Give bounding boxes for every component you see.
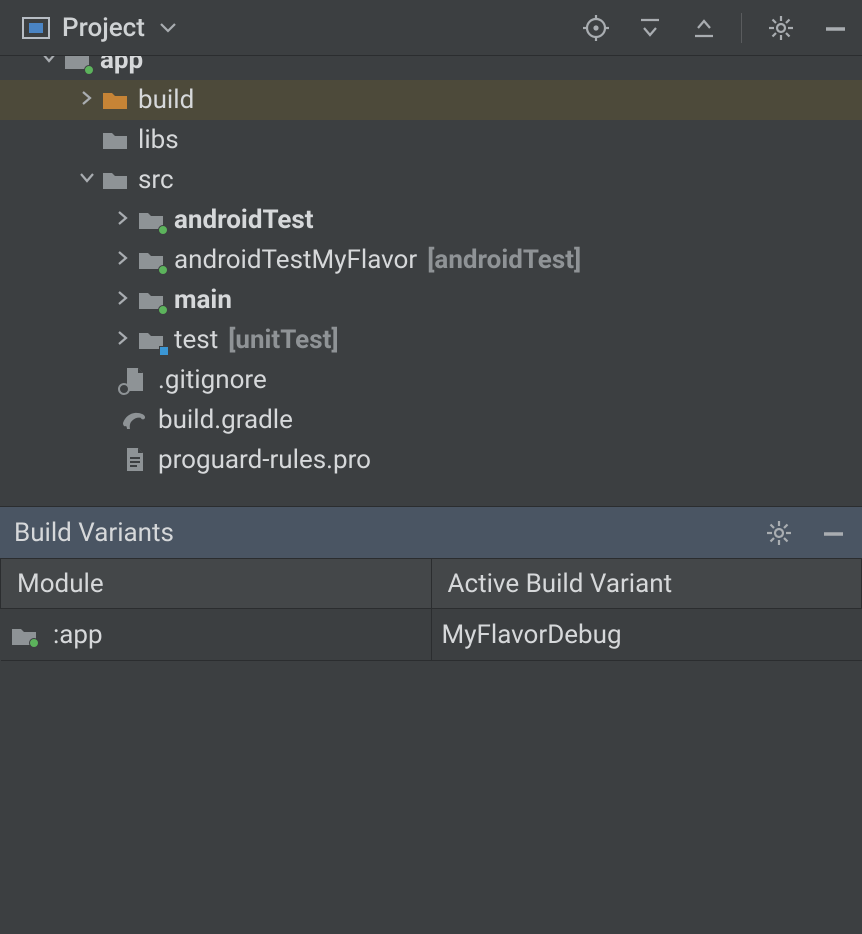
table-row[interactable]: :app MyFlavorDebug [1,609,862,661]
minimize-icon[interactable] [818,518,848,548]
chevron-down-icon[interactable] [40,56,62,71]
tree-label: androidTestMyFlavor [174,245,417,275]
variant-value: MyFlavorDebug [442,620,622,650]
tree-item-app[interactable]: app [0,56,862,80]
chevron-down-icon[interactable] [159,13,177,43]
tree-label: build [138,85,194,115]
tree-item-build-gradle[interactable]: build.gradle [0,400,862,440]
project-toolbar: Project [0,0,862,56]
tree-label: build.gradle [158,405,293,435]
build-variants-header: Build Variants [0,506,862,558]
chevron-right-icon[interactable] [114,289,136,311]
module-name: :app [53,620,103,650]
tree-label: main [174,285,232,315]
build-variants-panel: Build Variants Module Active Build Varia… [0,506,862,933]
table-header-row: Module Active Build Variant [1,559,862,609]
column-module[interactable]: Module [1,559,432,609]
tree-item-androidtest[interactable]: androidTest [0,200,862,240]
module-folder-icon [62,56,92,73]
tree-item-androidtest-flavor[interactable]: androidTestMyFlavor [androidTest] [0,240,862,280]
folder-icon [100,127,130,153]
chevron-right-icon[interactable] [78,89,100,111]
source-folder-icon [136,207,166,233]
tree-item-proguard[interactable]: proguard-rules.pro [0,440,862,480]
folder-icon [100,87,130,113]
file-icon [120,447,150,473]
tree-label: libs [138,125,179,155]
tree-item-main[interactable]: main [0,280,862,320]
tree-item-build[interactable]: build [0,80,862,120]
gradle-icon [120,407,150,433]
gear-icon[interactable] [766,13,796,43]
source-folder-icon [136,247,166,273]
tree-label: androidTest [174,205,314,235]
variant-cell[interactable]: MyFlavorDebug [431,609,862,661]
build-variants-title: Build Variants [14,518,174,548]
tree-item-gitignore[interactable]: .gitignore [0,360,862,400]
build-variants-empty-area [0,661,862,933]
file-icon [120,367,150,393]
chevron-down-icon[interactable] [78,169,100,191]
build-variants-table: Module Active Build Variant :app MyFlavo… [0,558,862,661]
chevron-right-icon[interactable] [114,209,136,231]
minimize-icon[interactable] [820,13,850,43]
tree-label: src [138,165,174,195]
tree-label: .gitignore [158,365,267,395]
test-folder-icon [136,327,166,353]
target-icon[interactable] [581,13,611,43]
expand-all-icon[interactable] [635,13,665,43]
tree-item-test[interactable]: test [unitTest] [0,320,862,360]
chevron-right-icon[interactable] [114,329,136,351]
collapse-all-icon[interactable] [689,13,719,43]
source-folder-icon [136,287,166,313]
project-view-icon [22,17,50,39]
gear-icon[interactable] [764,518,794,548]
column-active-variant[interactable]: Active Build Variant [431,559,862,609]
tree-scope-hint: [androidTest] [427,245,581,275]
tree-label: app [100,56,143,75]
tree-label: proguard-rules.pro [158,445,371,475]
chevron-right-icon[interactable] [114,249,136,271]
tree-label: test [174,325,218,355]
tree-scope-hint: [unitTest] [228,325,338,355]
project-tree[interactable]: .idea app build libs src [0,56,862,506]
project-view-title[interactable]: Project [62,13,145,43]
folder-icon [100,167,130,193]
toolbar-separator [741,13,742,43]
module-cell[interactable]: :app [1,609,432,661]
module-folder-icon [11,626,37,646]
tree-item-libs[interactable]: libs [0,120,862,160]
tree-item-src[interactable]: src [0,160,862,200]
